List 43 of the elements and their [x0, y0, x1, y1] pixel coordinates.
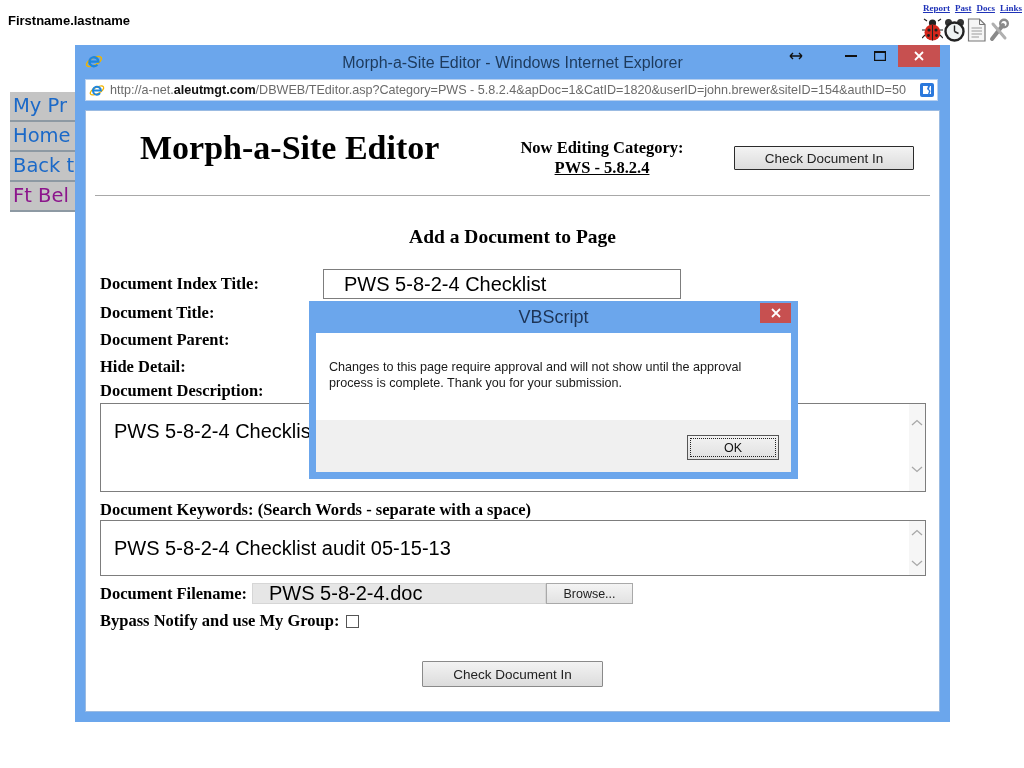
check-in-button[interactable]: Check Document In: [734, 146, 914, 170]
tool-icon[interactable]: [988, 18, 1009, 42]
top-link[interactable]: Docs: [976, 3, 995, 14]
dialog-message: Changes to this page require approval and will not show until the approval process is complete. Thank you for your submission.: [329, 359, 743, 391]
field-label: Document Filename:: [100, 583, 249, 604]
check-in-button[interactable]: Check Document In: [422, 661, 603, 687]
close-button[interactable]: [760, 303, 791, 323]
field-label: Document Title:: [100, 302, 215, 323]
top-link[interactable]: Report: [922, 3, 950, 14]
minimize-icon: [845, 55, 857, 57]
category-label: Now Editing Category:: [520, 138, 684, 158]
top-link[interactable]: Past: [954, 3, 972, 14]
field-label: Document Keywords: (Search Words - separate with a space): [100, 499, 532, 520]
browse-button[interactable]: Browse...: [546, 583, 633, 604]
double-arrow-icon[interactable]: [789, 52, 803, 60]
checkbox[interactable]: [346, 614, 360, 628]
input-field[interactable]: PWS 5-8-2-4 Checklist: [323, 269, 681, 299]
ok-button[interactable]: OK: [687, 435, 779, 460]
file-field[interactable]: PWS 5-8-2-4.doc: [252, 583, 546, 604]
clock-icon[interactable]: [944, 18, 965, 42]
field-label: Document Description:: [100, 380, 264, 402]
bug-icon[interactable]: [922, 18, 943, 42]
field-label: Document Parent:: [100, 329, 230, 350]
section-title: Add a Document to Page: [409, 226, 616, 248]
page-heading: Morph-a-Site Editor: [140, 130, 440, 166]
window-title: Morph-a-Site Editor - Windows Internet Explorer: [342, 52, 683, 72]
text-area[interactable]: PWS 5-8-2-4 Checklist audit 05-15-13: [100, 520, 926, 576]
field-label: Hide Detail:: [100, 356, 186, 377]
top-link[interactable]: Links: [999, 3, 1022, 14]
browser-logo-icon: [89, 82, 105, 98]
document-icon[interactable]: [966, 18, 987, 42]
dialog-title: VBScript: [518, 306, 589, 328]
address-bar[interactable]: http://a-net.aleutmgt.com/DBWEB/TEditor.asp?Category=PWS - 5.8.2.4&apDoc=1&CatID=1820&userID=john.brewer&siteID=154&authID=50: [85, 79, 938, 101]
maximize-icon: [874, 51, 886, 61]
close-button[interactable]: [898, 45, 940, 67]
field-label: Document Index Title:: [100, 274, 260, 294]
close-icon: [914, 51, 924, 61]
category-link[interactable]: PWS - 5.8.2.4: [554, 158, 650, 178]
field-label: Bypass Notify and use My Group:: [100, 611, 340, 631]
close-icon: [770, 308, 781, 318]
torn-page-icon[interactable]: [920, 83, 934, 97]
nav-link[interactable]: Ft Bel: [10, 182, 75, 212]
user-name: Firstname.lastname: [8, 13, 131, 28]
